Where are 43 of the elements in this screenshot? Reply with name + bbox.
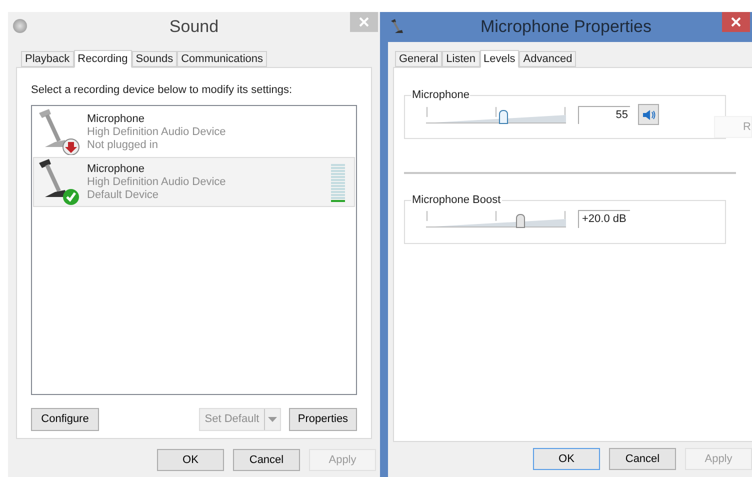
slider[interactable] bbox=[426, 104, 566, 124]
group-label: Microphone Boost bbox=[411, 193, 502, 207]
device-description: High Definition Audio Device bbox=[87, 126, 227, 138]
dialog-button[interactable]: Cancel bbox=[609, 448, 676, 470]
tab[interactable]: Playback bbox=[21, 51, 74, 67]
dialog-button[interactable]: OK bbox=[533, 448, 600, 470]
slider[interactable] bbox=[426, 209, 566, 229]
dialog-button[interactable]: OK bbox=[157, 449, 224, 471]
microphone-default-icon bbox=[37, 159, 81, 205]
device-item[interactable]: Microphone High Definition Audio Device Default Device bbox=[33, 157, 355, 207]
device-status: Default Device bbox=[87, 188, 160, 202]
window-title: Sound bbox=[168, 16, 220, 38]
window-title: Microphone Properties bbox=[479, 16, 653, 38]
device-name: Microphone bbox=[87, 112, 146, 126]
close-button[interactable] bbox=[722, 12, 750, 32]
tab[interactable]: Advanced bbox=[519, 51, 576, 67]
slider-thumb[interactable] bbox=[499, 110, 508, 124]
device-status: Not plugged in bbox=[87, 138, 159, 152]
device-list[interactable]: Microphone High Definition Audio Device Not plugged in Microphone High Definition Audio Device Default Device bbox=[31, 105, 357, 395]
speaker-icon bbox=[13, 19, 27, 33]
device-name: Microphone bbox=[87, 162, 146, 176]
value-field[interactable]: +20.0 dB bbox=[578, 210, 630, 228]
slider-thumb[interactable] bbox=[516, 214, 525, 228]
tab[interactable]: Listen bbox=[442, 51, 480, 67]
device-item[interactable]: Microphone High Definition Audio Device Not plugged in bbox=[33, 107, 355, 157]
dialog-button[interactable]: Configure bbox=[31, 408, 99, 431]
close-icon[interactable] bbox=[731, 17, 741, 27]
microphone-icon bbox=[390, 19, 404, 35]
group-label: Microphone bbox=[411, 88, 470, 102]
dialog-button[interactable]: Properties bbox=[289, 408, 357, 431]
value-field[interactable]: 55 bbox=[578, 106, 630, 124]
speaker-button[interactable] bbox=[638, 104, 659, 125]
tab[interactable]: General bbox=[395, 51, 442, 67]
instruction-text: Select a recording device below to modify its settings: bbox=[31, 83, 294, 98]
speaker-icon[interactable] bbox=[642, 108, 656, 120]
dialog-button[interactable]: Cancel bbox=[233, 449, 300, 471]
button-label: Set Default bbox=[204, 412, 260, 428]
tab[interactable]: Levels bbox=[480, 50, 520, 68]
microphone-unplugged-icon bbox=[37, 109, 81, 155]
tab[interactable]: Communications bbox=[177, 51, 268, 67]
tab[interactable]: Recording bbox=[74, 50, 132, 68]
device-description: High Definition Audio Device bbox=[87, 176, 227, 188]
tab[interactable]: Sounds bbox=[132, 51, 178, 67]
